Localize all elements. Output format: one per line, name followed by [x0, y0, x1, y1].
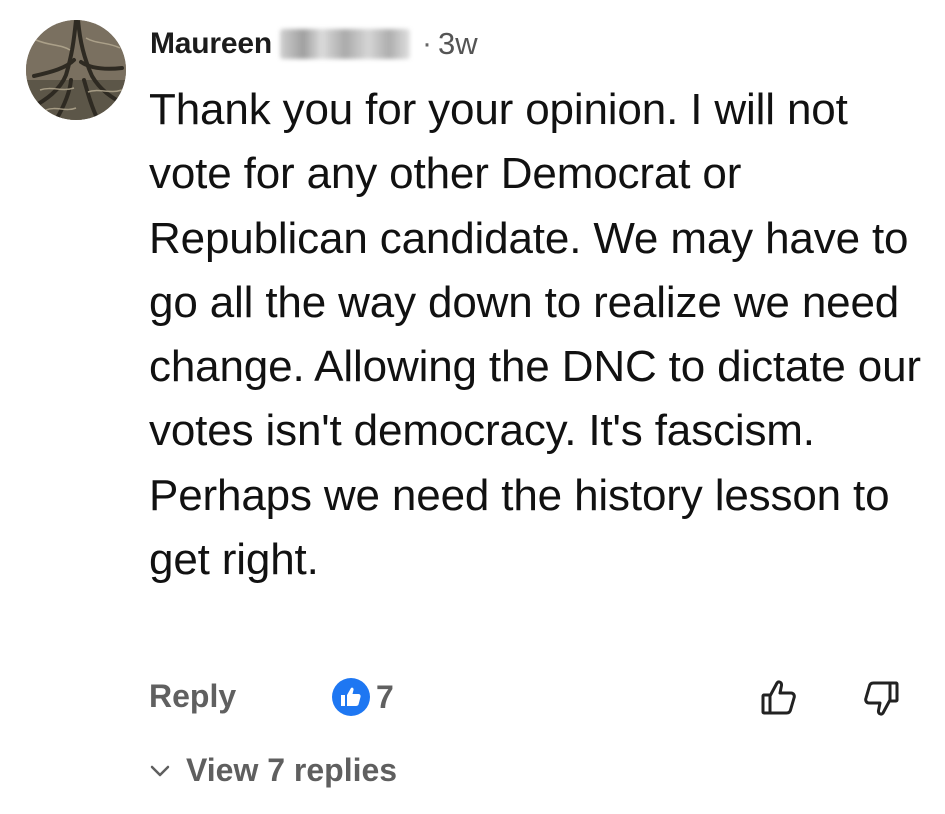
- author-name[interactable]: Maureen: [150, 27, 272, 61]
- separator-dot: ·: [421, 27, 432, 60]
- comment-actions: Reply 7: [0, 672, 945, 728]
- reply-button[interactable]: Reply: [149, 678, 236, 715]
- chevron-down-icon: [150, 765, 170, 776]
- redacted-surname: [279, 29, 410, 59]
- like-button[interactable]: [755, 674, 803, 722]
- reaction-summary[interactable]: 7: [332, 678, 394, 716]
- avatar-image: [26, 20, 126, 120]
- avatar[interactable]: [26, 20, 126, 120]
- like-count: 7: [376, 678, 394, 715]
- view-replies-button[interactable]: View 7 replies: [148, 752, 397, 789]
- thumbs-up-outline-icon: [761, 680, 796, 715]
- view-replies-label: View 7 replies: [186, 752, 398, 788]
- thumbs-up-badge-icon: [332, 678, 370, 716]
- comment-timestamp: 3w: [437, 26, 478, 61]
- comment-header: Maureen · 3w: [150, 24, 478, 64]
- dislike-button[interactable]: [857, 674, 905, 722]
- thumbs-down-outline-icon: [864, 681, 899, 716]
- comment-body: Thank you for your opinion. I will not v…: [149, 85, 921, 585]
